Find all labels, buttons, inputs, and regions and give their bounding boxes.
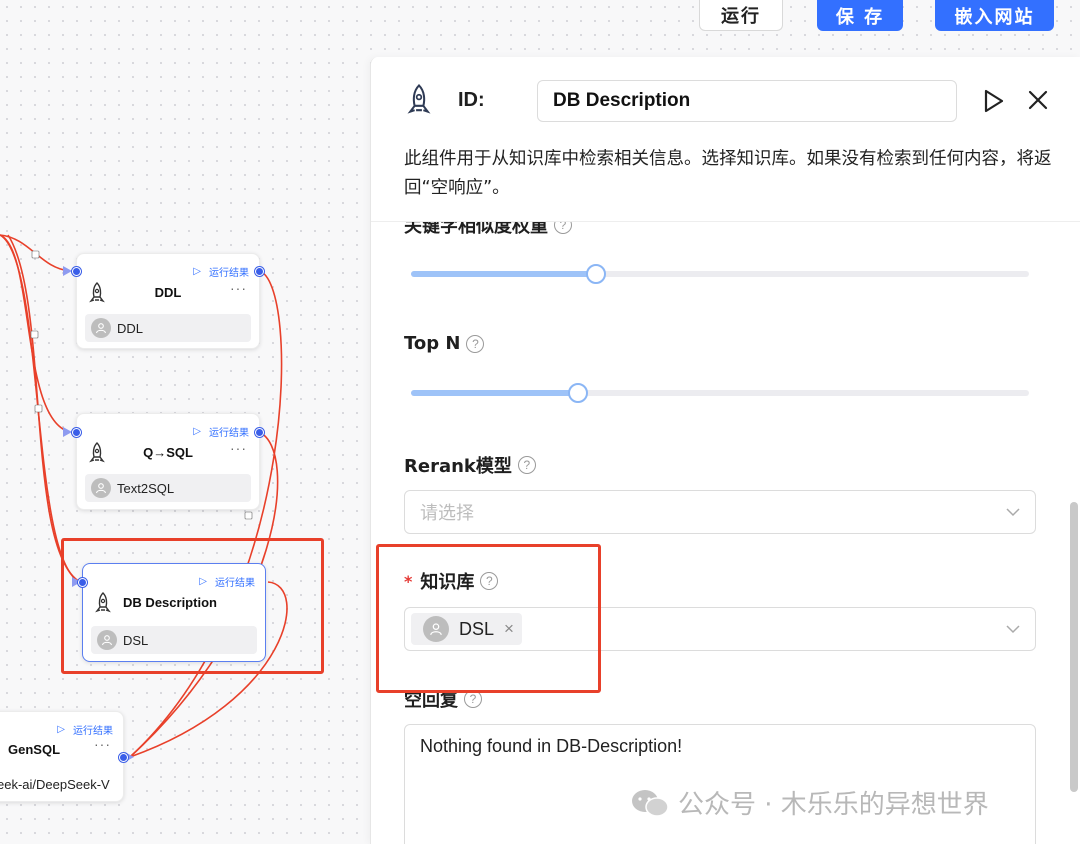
field-label-text: 空回复 <box>404 690 458 711</box>
settings-panel: ID: 此组件用于从知识库中检索相关信息。选择知识库。如果没有检索到任何内容，将… <box>370 57 1080 844</box>
input-port[interactable] <box>72 428 81 437</box>
play-icon: ▷ <box>199 576 207 587</box>
slider-fill <box>411 271 597 277</box>
model-label: eek-ai/DeepSeek-V <box>0 777 110 792</box>
tag-label: DSL <box>459 618 495 639</box>
field-label-text: Top N <box>404 333 461 354</box>
keyword-weight-slider[interactable] <box>411 264 1029 284</box>
watermark: 公众号 · 木乐乐的异想世界 <box>630 784 989 821</box>
help-icon[interactable]: ? <box>517 456 536 474</box>
chip-label: Text2SQL <box>117 480 175 496</box>
knowledge-base-select[interactable]: DSL × <box>404 607 1036 651</box>
input-port[interactable] <box>72 267 81 276</box>
run-result-link[interactable]: ▷ 运行结果 <box>193 424 249 439</box>
node-chip: Text2SQL <box>85 474 251 502</box>
input-port[interactable] <box>78 578 87 587</box>
rerank-model-label: Rerank模型 ? <box>404 452 536 478</box>
node-q2sql[interactable]: ▷ 运行结果 Q→SQL ··· Text2SQL <box>72 413 264 510</box>
node-name-input[interactable] <box>537 80 957 122</box>
node-ddl[interactable]: ▷ 运行结果 DDL ··· DDL <box>72 253 264 349</box>
field-label-text: Rerank模型 <box>404 456 512 477</box>
play-icon[interactable] <box>981 87 1007 115</box>
help-icon[interactable]: ? <box>480 572 499 590</box>
play-icon: ▷ <box>193 266 201 277</box>
chevron-down-icon <box>1006 625 1020 634</box>
selected-tag: DSL × <box>411 613 522 645</box>
run-result-link[interactable]: ▷ 运行结果 <box>57 722 113 737</box>
run-result-label: 运行结果 <box>209 268 249 279</box>
more-icon[interactable]: ··· <box>230 280 247 296</box>
node-chip: DSL <box>91 626 257 654</box>
run-result-label: 运行结果 <box>215 578 255 589</box>
scrollbar[interactable] <box>1070 502 1078 792</box>
run-result-label: 运行结果 <box>73 726 113 737</box>
output-port[interactable] <box>255 428 264 437</box>
panel-form: 关键字相似度权重 ? Top N ? Rerank模型 ? 请选择 * 知识库 … <box>371 216 1080 844</box>
node-gensql[interactable]: ▷ 运行结果 GenSQL ··· eek-ai/DeepSeek-V <box>0 711 128 802</box>
required-mark: * <box>404 571 413 591</box>
help-icon[interactable]: ? <box>464 690 482 708</box>
node-chip: DDL <box>85 314 251 342</box>
select-placeholder: 请选择 <box>420 503 474 524</box>
watermark-text: 公众号 · 木乐乐的异想世界 <box>678 790 989 820</box>
save-button[interactable]: 保 存 <box>817 0 903 31</box>
play-icon: ▷ <box>193 426 201 437</box>
run-result-link[interactable]: ▷ 运行结果 <box>199 574 255 589</box>
output-port[interactable] <box>119 753 128 762</box>
run-result-link[interactable]: ▷ 运行结果 <box>193 264 249 279</box>
avatar <box>91 478 111 498</box>
component-description: 此组件用于从知识库中检索相关信息。选择知识库。如果没有检索到任何内容，将返回“空… <box>404 149 1052 198</box>
slider-fill <box>411 390 578 396</box>
knowledge-base-label: * 知识库 ? <box>404 568 499 594</box>
top-n-slider[interactable] <box>411 383 1029 403</box>
run-button[interactable]: 运行 <box>699 0 783 31</box>
close-icon[interactable] <box>1027 89 1049 111</box>
run-result-label: 运行结果 <box>209 428 249 439</box>
chevron-down-icon <box>1006 508 1020 517</box>
rocket-icon <box>407 84 431 114</box>
help-icon[interactable]: ? <box>466 334 485 353</box>
field-label-text: 知识库 <box>420 572 475 593</box>
id-label: ID: <box>458 89 485 111</box>
chip-label: DSL <box>123 632 149 648</box>
slider-thumb[interactable] <box>586 264 607 284</box>
avatar <box>91 318 111 338</box>
empty-response-label: 空回复 ? <box>404 686 482 712</box>
rerank-model-select[interactable]: 请选择 <box>404 490 1036 534</box>
panel-header: ID: 此组件用于从知识库中检索相关信息。选择知识库。如果没有检索到任何内容，将… <box>371 57 1080 222</box>
avatar <box>423 616 449 642</box>
remove-tag-icon[interactable]: × <box>504 619 514 639</box>
embed-website-button[interactable]: 嵌入网站 <box>935 0 1054 31</box>
output-port[interactable] <box>255 267 264 276</box>
node-title: DB Description <box>123 595 217 610</box>
avatar <box>97 630 117 650</box>
more-icon[interactable]: ··· <box>94 736 111 752</box>
top-n-label: Top N ? <box>404 333 485 354</box>
chip-label: DDL <box>117 320 144 336</box>
wechat-icon <box>632 789 669 817</box>
node-db-description[interactable]: ▷ 运行结果 DB Description DSL <box>78 563 266 662</box>
slider-thumb[interactable] <box>567 383 588 403</box>
more-icon[interactable]: ··· <box>230 440 247 456</box>
play-icon: ▷ <box>57 724 65 735</box>
